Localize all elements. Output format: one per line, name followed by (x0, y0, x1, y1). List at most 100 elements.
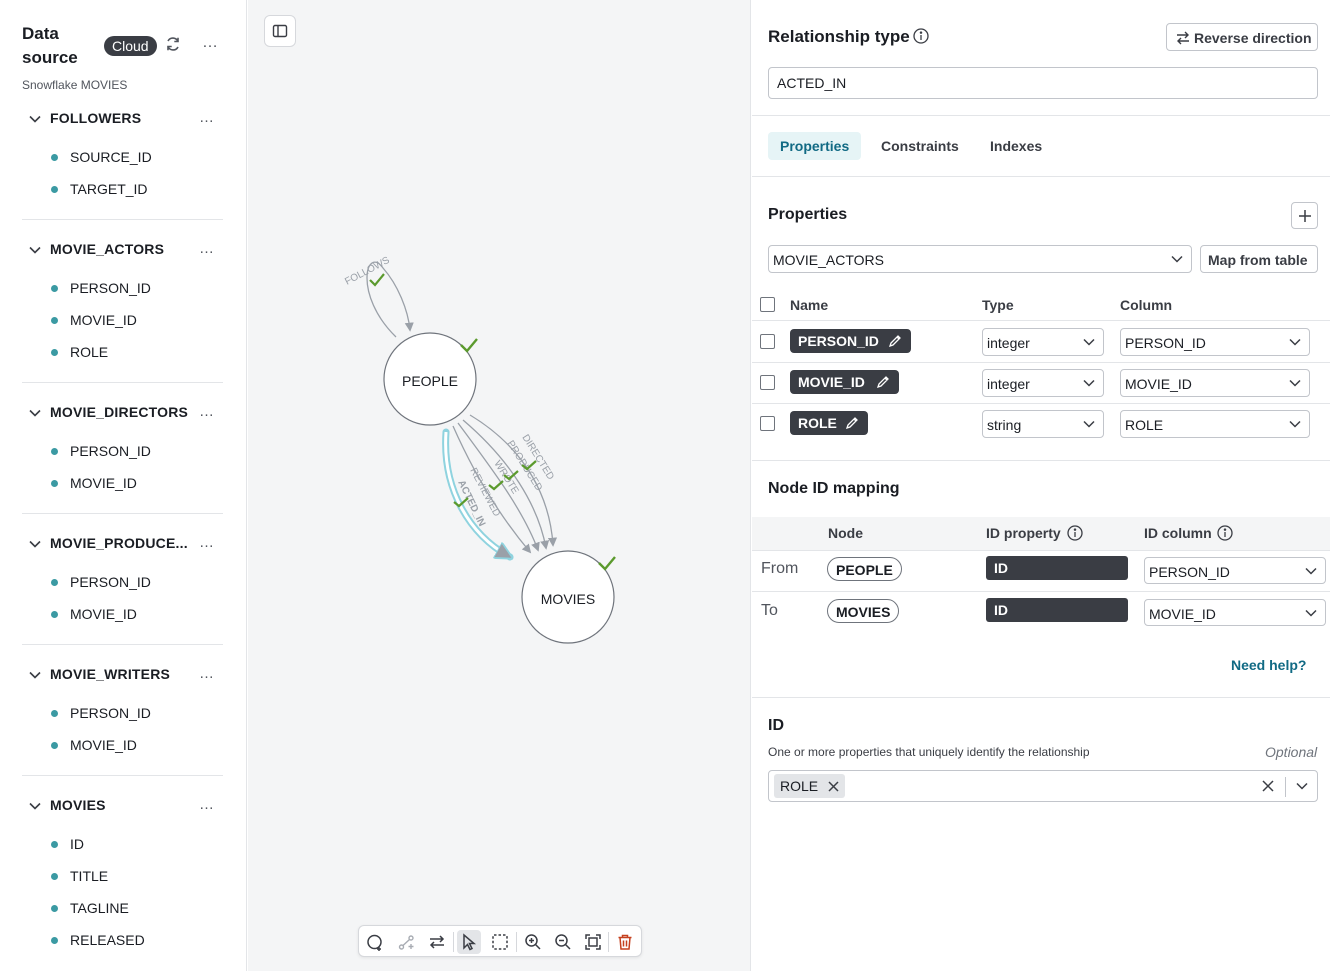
list-item[interactable]: ID (22, 830, 223, 862)
list-item[interactable]: PERSON_ID (22, 437, 223, 469)
graph-canvas[interactable]: FOLLOWS DIRECTED PRODUCED WROTE REVIEWED… (248, 0, 751, 971)
type-select[interactable]: string (982, 410, 1104, 438)
row-checkbox[interactable] (760, 375, 775, 390)
reverse-direction-button[interactable]: Reverse direction (1166, 23, 1318, 51)
select-all-checkbox[interactable] (760, 297, 775, 312)
pencil-icon[interactable] (876, 375, 890, 389)
data-source-more-icon[interactable]: … (202, 34, 219, 52)
chevron-down-icon (1171, 255, 1183, 263)
table-header[interactable]: MOVIE_ACTORS… (22, 240, 223, 262)
pencil-icon[interactable] (888, 334, 902, 348)
list-item[interactable]: MOVIE_ID (22, 731, 223, 763)
list-item[interactable]: ROLE (22, 338, 223, 370)
table-divider (22, 382, 223, 383)
id-section-description: One or more properties that uniquely ide… (768, 745, 1090, 759)
chevron-down-icon (1289, 420, 1301, 428)
reverse-button[interactable] (425, 930, 449, 954)
fit-view-button[interactable] (581, 930, 605, 954)
column-name: TARGET_ID (70, 181, 148, 197)
tab-constraints[interactable]: Constraints (869, 132, 971, 160)
add-node-button[interactable] (363, 930, 387, 954)
relationship-type-input[interactable]: ACTED_IN (768, 67, 1318, 99)
property-chip[interactable]: ROLE (790, 411, 868, 435)
chevron-down-icon[interactable] (28, 799, 42, 813)
row-divider (752, 591, 1330, 592)
type-select[interactable]: integer (982, 328, 1104, 356)
add-property-button[interactable] (1291, 202, 1318, 229)
remove-tag-icon[interactable] (828, 781, 839, 792)
add-relationship-button[interactable] (395, 930, 419, 954)
id-column-select[interactable]: PERSON_ID (1144, 557, 1326, 584)
table-more-icon[interactable]: … (199, 403, 215, 420)
list-item[interactable]: SOURCE_ID (22, 143, 223, 175)
list-item[interactable]: PERSON_ID (22, 699, 223, 731)
chevron-down-icon[interactable] (28, 537, 42, 551)
pencil-icon[interactable] (845, 416, 859, 430)
source-table-select[interactable]: MOVIE_ACTORS (768, 245, 1192, 273)
tab-indexes[interactable]: Indexes (978, 132, 1054, 160)
list-item[interactable]: PERSON_ID (22, 274, 223, 306)
row-checkbox[interactable] (760, 334, 775, 349)
table-header[interactable]: MOVIE_PRODUCE...… (22, 534, 223, 556)
zoom-in-button[interactable] (521, 930, 545, 954)
col-header-name: Name (790, 297, 829, 313)
list-item[interactable]: TITLE (22, 862, 223, 894)
refresh-icon[interactable] (164, 35, 182, 53)
zoom-out-button[interactable] (551, 930, 575, 954)
box-select-button[interactable] (488, 930, 512, 954)
table-more-icon[interactable]: … (199, 665, 215, 682)
column-dot-icon (51, 317, 58, 324)
node-pill-movies[interactable]: MOVIES (827, 599, 900, 623)
table-group: MOVIE_WRITERS … PERSON_ID MOVIE_ID (22, 665, 223, 763)
chevron-down-icon[interactable] (28, 243, 42, 257)
clear-icon[interactable] (1261, 779, 1275, 793)
table-header[interactable]: MOVIE_WRITERS… (22, 665, 223, 687)
row-checkbox[interactable] (760, 416, 775, 431)
id-section-title: ID (768, 717, 784, 734)
info-icon[interactable] (1217, 525, 1233, 541)
table-more-icon[interactable]: … (199, 534, 215, 551)
column-select[interactable]: PERSON_ID (1120, 328, 1310, 356)
id-property-chip[interactable]: ID (986, 556, 1128, 580)
list-item[interactable]: MOVIE_ID (22, 600, 223, 632)
need-help-link[interactable]: Need help? (1231, 657, 1306, 673)
type-value: integer (987, 335, 1030, 351)
table-more-icon[interactable]: … (199, 109, 215, 126)
id-properties-multiselect[interactable]: ROLE (768, 770, 1318, 802)
to-label: To (761, 602, 778, 619)
id-property-chip[interactable]: ID (986, 598, 1128, 622)
zoom-out-icon (555, 934, 571, 950)
info-icon[interactable] (1067, 525, 1083, 541)
id-column-select[interactable]: MOVIE_ID (1144, 599, 1326, 626)
chevron-down-icon[interactable] (28, 668, 42, 682)
col-header-id-property: ID property (986, 525, 1061, 541)
list-item[interactable]: TARGET_ID (22, 175, 223, 207)
list-item[interactable]: MOVIE_ID (22, 306, 223, 338)
list-item[interactable]: TAGLINE (22, 894, 223, 926)
column-select[interactable]: MOVIE_ID (1120, 369, 1310, 397)
column-dot-icon (51, 154, 58, 161)
table-more-icon[interactable]: … (199, 796, 215, 813)
select-tool-button[interactable] (457, 930, 481, 954)
col-header-node: Node (828, 525, 863, 541)
list-item[interactable]: MOVIE_ID (22, 469, 223, 501)
tab-properties[interactable]: Properties (768, 132, 862, 160)
chevron-down-icon[interactable] (28, 406, 42, 420)
table-group: MOVIES … ID TITLE TAGLINE RELEASED (22, 796, 223, 958)
type-select[interactable]: integer (982, 369, 1104, 397)
table-header[interactable]: FOLLOWERS… (22, 109, 223, 131)
info-icon[interactable] (913, 28, 929, 44)
map-from-table-button[interactable]: Map from table (1200, 245, 1318, 273)
column-select[interactable]: ROLE (1120, 410, 1310, 438)
property-chip[interactable]: PERSON_ID (790, 329, 911, 353)
table-header[interactable]: MOVIE_DIRECTORS… (22, 403, 223, 425)
table-header[interactable]: MOVIES… (22, 796, 223, 818)
chevron-down-icon[interactable] (28, 112, 42, 126)
chevron-down-icon[interactable] (1295, 779, 1309, 793)
delete-button[interactable] (613, 930, 637, 954)
list-item[interactable]: RELEASED (22, 926, 223, 958)
list-item[interactable]: PERSON_ID (22, 568, 223, 600)
property-chip[interactable]: MOVIE_ID (790, 370, 899, 394)
node-pill-people[interactable]: PEOPLE (827, 557, 902, 581)
table-more-icon[interactable]: … (199, 240, 215, 257)
